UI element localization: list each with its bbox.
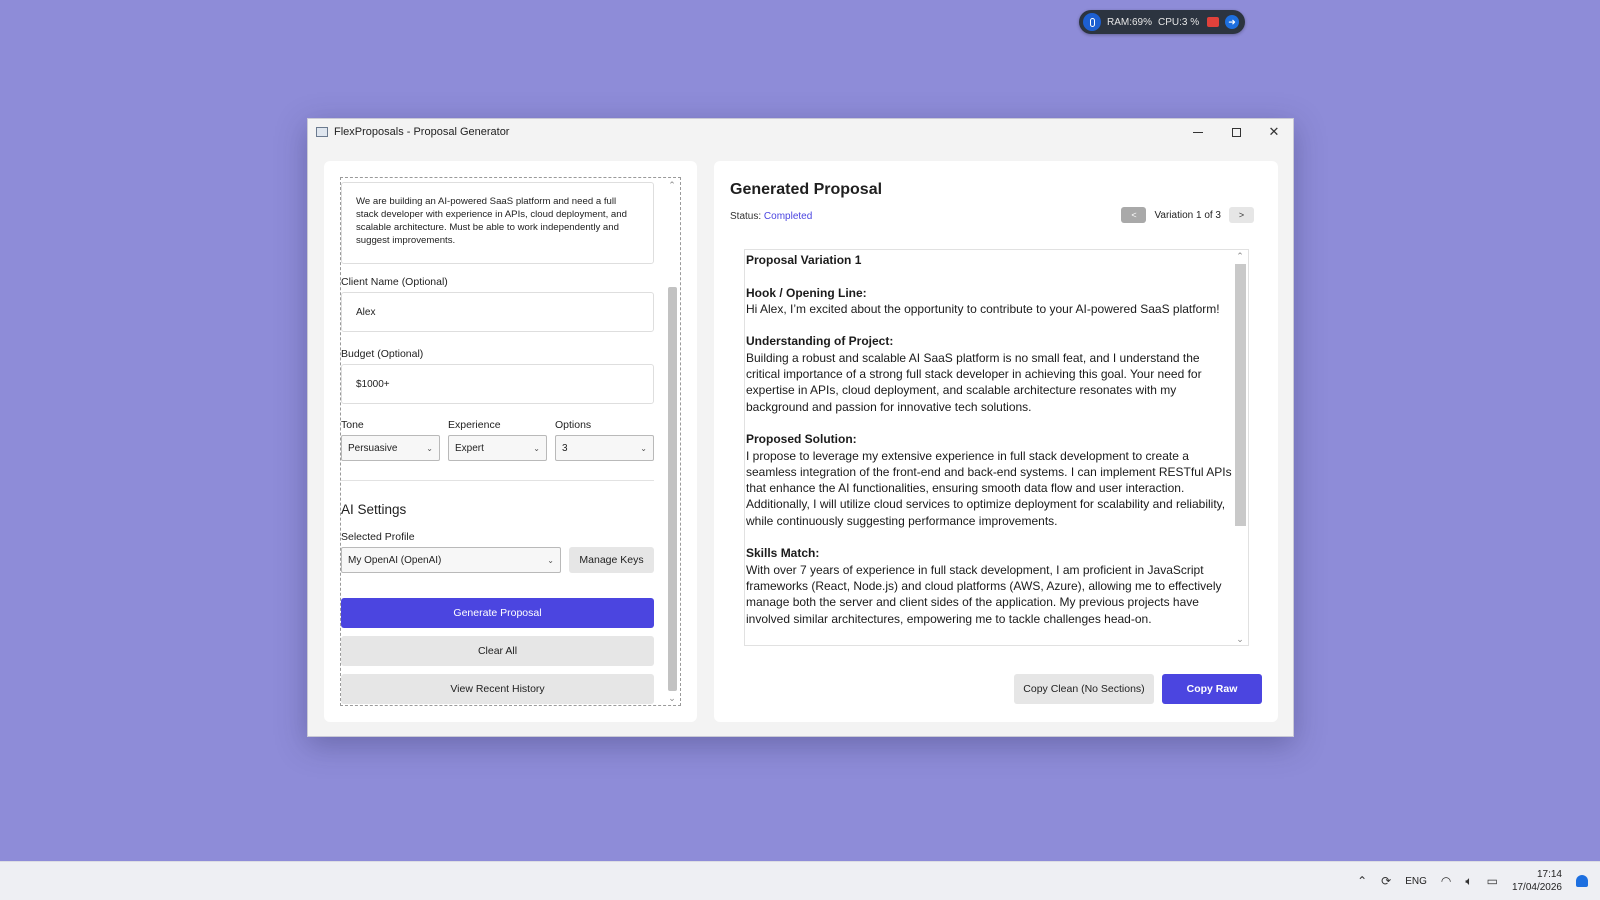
tone-label: Tone xyxy=(341,419,364,431)
variation-heading: Proposal Variation 1 xyxy=(746,253,862,267)
taskbar: ⌃ ⟳ ENG ◠ 🔈︎ ▭ 17:14 17/04/2026 xyxy=(0,861,1600,900)
ram-usage: RAM:69% xyxy=(1107,16,1153,28)
understanding-heading: Understanding of Project: xyxy=(746,334,894,349)
output-title: Generated Proposal xyxy=(730,181,883,198)
app-window: FlexProposals - Proposal Generator ✕ We … xyxy=(307,118,1294,737)
close-button[interactable]: ✕ xyxy=(1255,119,1293,145)
solution-heading: Proposed Solution: xyxy=(746,432,857,447)
scroll-down-icon[interactable]: ⌄ xyxy=(1232,633,1248,645)
budget-label: Budget (Optional) xyxy=(341,348,424,360)
scrollbar-thumb[interactable] xyxy=(1235,264,1246,526)
form-scroll-region[interactable]: We are building an AI-powered SaaS platf… xyxy=(340,177,681,706)
clock[interactable]: 17:14 17/04/2026 xyxy=(1512,868,1562,894)
options-select[interactable]: 3 ⌄ xyxy=(555,435,654,461)
notification-bell-icon[interactable] xyxy=(1576,875,1588,887)
record-icon[interactable] xyxy=(1207,17,1219,27)
manage-keys-button[interactable]: Manage Keys xyxy=(569,547,654,573)
status-line: Status: Completed xyxy=(730,211,812,222)
chevron-down-icon: ⌄ xyxy=(640,443,647,453)
next-variation-button[interactable]: > xyxy=(1229,207,1254,223)
experience-select-value: Expert xyxy=(455,442,484,454)
app-icon xyxy=(316,127,328,137)
experience-label: Experience xyxy=(448,419,501,431)
clear-all-button[interactable]: Clear All xyxy=(341,636,654,666)
proposal-scrollbar[interactable]: ⌃ ⌄ xyxy=(1232,250,1248,645)
minimize-icon xyxy=(1193,131,1203,133)
minimize-button[interactable] xyxy=(1179,119,1217,145)
scroll-up-icon[interactable]: ⌃ xyxy=(665,179,679,191)
divider xyxy=(341,480,654,481)
copy-raw-button[interactable]: Copy Raw xyxy=(1162,674,1262,704)
microphone-icon[interactable] xyxy=(1083,13,1101,31)
window-title: FlexProposals - Proposal Generator xyxy=(334,126,510,138)
client-name-input[interactable]: Alex xyxy=(341,292,654,332)
solution-text: I propose to leverage my extensive exper… xyxy=(746,448,1232,528)
scroll-up-icon[interactable]: ⌃ xyxy=(1232,250,1248,262)
volume-icon[interactable]: 🔈︎ xyxy=(1465,874,1472,889)
chevron-down-icon: ⌄ xyxy=(426,443,433,453)
experience-select[interactable]: Expert ⌄ xyxy=(448,435,547,461)
tone-select-value: Persuasive xyxy=(348,442,398,454)
scroll-down-icon[interactable]: ⌄ xyxy=(665,692,679,704)
budget-input[interactable]: $1000+ xyxy=(341,364,654,404)
cpu-usage: CPU:3 % xyxy=(1158,16,1200,28)
maximize-button[interactable] xyxy=(1217,119,1255,145)
options-select-value: 3 xyxy=(562,442,568,454)
variation-navigator: < Variation 1 of 3 > xyxy=(1121,207,1254,223)
ai-settings-title: AI Settings xyxy=(341,502,407,517)
client-name-label: Client Name (Optional) xyxy=(341,276,448,288)
skills-text: With over 7 years of experience in full … xyxy=(746,562,1222,626)
profile-select-value: My OpenAI (OpenAI) xyxy=(348,554,442,566)
arrow-right-icon[interactable]: ➜ xyxy=(1225,15,1239,29)
skills-heading: Skills Match: xyxy=(746,546,820,561)
proposal-text: Proposal Variation 1 Hook / Opening Line… xyxy=(745,252,1233,627)
generate-proposal-button[interactable]: Generate Proposal xyxy=(341,598,654,628)
close-icon: ✕ xyxy=(1268,124,1280,139)
hook-heading: Hook / Opening Line: xyxy=(746,285,867,300)
output-panel: Generated Proposal Status: Completed < V… xyxy=(714,161,1278,722)
options-label: Options xyxy=(555,419,592,431)
tone-select[interactable]: Persuasive ⌄ xyxy=(341,435,440,461)
chevron-up-icon[interactable]: ⌃ xyxy=(1357,874,1367,888)
status-label: Status: xyxy=(730,211,762,222)
previous-variation-button[interactable]: < xyxy=(1121,207,1147,223)
battery-icon[interactable]: ▭ xyxy=(1487,874,1498,888)
job-description-textarea[interactable]: We are building an AI-powered SaaS platf… xyxy=(341,182,654,264)
wifi-icon[interactable]: ◠ xyxy=(1441,874,1451,888)
selected-profile-label: Selected Profile xyxy=(341,531,415,543)
proposal-output-textbox[interactable]: Proposal Variation 1 Hook / Opening Line… xyxy=(744,249,1249,646)
clock-date: 17/04/2026 xyxy=(1511,882,1562,893)
understanding-text: Building a robust and scalable AI SaaS p… xyxy=(746,350,1202,414)
language-indicator[interactable]: ENG xyxy=(1405,876,1427,887)
chevron-down-icon: ⌄ xyxy=(533,443,540,453)
scrollbar-thumb[interactable] xyxy=(668,287,677,691)
maximize-icon xyxy=(1231,127,1241,137)
sync-icon[interactable]: ⟳ xyxy=(1381,874,1391,888)
hook-text: Hi Alex, I’m excited about the opportuni… xyxy=(746,301,1220,316)
form-scrollbar[interactable]: ⌃ ⌄ xyxy=(665,179,679,704)
chevron-down-icon: ⌄ xyxy=(547,555,554,565)
profile-select[interactable]: My OpenAI (OpenAI) ⌄ xyxy=(341,547,561,573)
system-monitor-widget[interactable]: RAM:69% CPU:3 % ➜ xyxy=(1079,10,1245,34)
copy-clean-button[interactable]: Copy Clean (No Sections) xyxy=(1014,674,1154,704)
clock-time: 17:14 xyxy=(1536,869,1562,880)
view-history-button[interactable]: View Recent History xyxy=(341,674,654,704)
title-bar[interactable]: FlexProposals - Proposal Generator ✕ xyxy=(308,119,1293,145)
form-panel: We are building an AI-powered SaaS platf… xyxy=(324,161,697,722)
status-value: Completed xyxy=(763,211,813,222)
variation-indicator: Variation 1 of 3 xyxy=(1154,209,1221,221)
